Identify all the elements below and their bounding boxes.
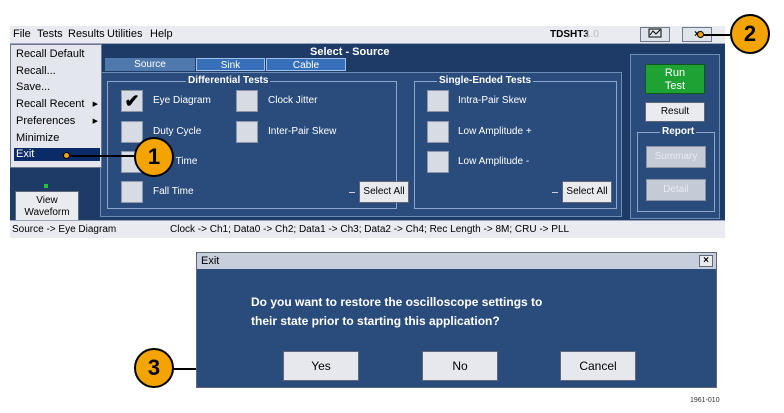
select-all-divider bbox=[349, 192, 355, 193]
main-area: Select - Source Source Sink Cable Differ… bbox=[10, 44, 725, 222]
intra-pair-skew-label: Intra-Pair Skew bbox=[458, 95, 527, 106]
submenu-arrow-icon: ▶ bbox=[92, 118, 98, 125]
low-amplitude-plus-label: Low Amplitude + bbox=[458, 126, 532, 137]
submenu-arrow-icon: ▶ bbox=[92, 101, 98, 108]
exit-question-line1: Do you want to restore the oscilloscope … bbox=[251, 295, 543, 309]
inter-pair-skew-label: Inter-Pair Skew bbox=[268, 126, 337, 137]
dialog-title: Select - Source bbox=[310, 46, 390, 58]
status-channels: Clock -> Ch1; Data0 -> Ch2; Data1 -> Ch3… bbox=[170, 224, 570, 235]
callout-2-leader bbox=[700, 34, 730, 36]
low-amplitude-plus-checkbox[interactable] bbox=[427, 121, 449, 143]
menu-item-save[interactable]: Save... bbox=[14, 81, 100, 94]
menu-item-recall-default[interactable]: Recall Default bbox=[14, 48, 100, 61]
action-panel: Run Test Result Report Summary Detail bbox=[630, 54, 720, 219]
waveform-toggle-button[interactable] bbox=[640, 27, 670, 42]
product-name: TDSHT3 bbox=[550, 29, 589, 40]
menu-item-recall-recent[interactable]: Recall Recent ▶ bbox=[14, 98, 100, 111]
status-source: Source -> Eye Diagram bbox=[12, 224, 117, 235]
run-test-button[interactable]: Run Test bbox=[645, 64, 705, 94]
app-window: File Tests Results Utilities Help TDSHT3… bbox=[10, 26, 725, 238]
low-amplitude-minus-label: Low Amplitude - bbox=[458, 156, 530, 167]
product-version: 1.0 bbox=[585, 29, 599, 40]
exit-question-line2: their state prior to starting this appli… bbox=[251, 314, 500, 328]
menu-tests[interactable]: Tests bbox=[37, 28, 63, 40]
eye-diagram-checkbox[interactable]: ✔ bbox=[121, 90, 143, 112]
status-indicator bbox=[44, 184, 48, 188]
run-test-line1: Run bbox=[664, 67, 686, 79]
recall-recent-label: Recall Recent bbox=[16, 98, 85, 110]
tests-panel: Differential Tests ✔ Eye Diagram Clock J… bbox=[100, 72, 622, 217]
differential-tests-title: Differential Tests bbox=[186, 75, 271, 86]
low-amplitude-minus-checkbox[interactable] bbox=[427, 151, 449, 173]
view-waveform-line1: View bbox=[36, 195, 58, 206]
detail-button[interactable]: Detail bbox=[646, 179, 706, 201]
summary-button[interactable]: Summary bbox=[646, 146, 706, 168]
fall-time-checkbox[interactable] bbox=[121, 181, 143, 203]
clock-jitter-checkbox[interactable] bbox=[236, 90, 258, 112]
no-button[interactable]: No bbox=[422, 351, 498, 381]
callout-1-anchor bbox=[63, 152, 70, 159]
select-all-differential-button[interactable]: Select All bbox=[359, 181, 409, 203]
callout-3: 3 bbox=[134, 348, 174, 388]
fall-time-label: Fall Time bbox=[153, 186, 194, 197]
preferences-label: Preferences bbox=[16, 115, 76, 127]
single-ended-tests-title: Single-Ended Tests bbox=[437, 75, 534, 86]
callout-1-leader bbox=[66, 155, 140, 157]
status-bar: Source -> Eye Diagram Clock -> Ch1; Data… bbox=[10, 220, 725, 238]
report-title: Report bbox=[660, 126, 697, 137]
exit-dialog-titlebar: Exit × bbox=[197, 253, 716, 269]
callout-1: 1 bbox=[134, 137, 174, 177]
select-all-divider-se bbox=[552, 192, 558, 193]
duty-cycle-checkbox[interactable] bbox=[121, 121, 143, 143]
callout-2-anchor bbox=[697, 31, 704, 38]
menu-bar: File Tests Results Utilities Help TDSHT3… bbox=[10, 26, 725, 44]
tab-source[interactable]: Source bbox=[105, 58, 195, 71]
exit-dialog: Exit × Do you want to restore the oscill… bbox=[196, 252, 717, 388]
callout-2: 2 bbox=[730, 14, 770, 54]
exit-dialog-close-button[interactable]: × bbox=[699, 255, 713, 267]
eye-diagram-label: Eye Diagram bbox=[153, 95, 211, 106]
figure-id: 1961-010 bbox=[690, 397, 720, 404]
menu-help[interactable]: Help bbox=[150, 28, 173, 40]
tab-cable[interactable]: Cable bbox=[266, 58, 346, 71]
menu-item-minimize[interactable]: Minimize bbox=[14, 132, 100, 145]
menu-results[interactable]: Results bbox=[68, 28, 105, 40]
cancel-button[interactable]: Cancel bbox=[560, 351, 636, 381]
run-test-line2: Test bbox=[664, 80, 686, 92]
inter-pair-skew-checkbox[interactable] bbox=[236, 121, 258, 143]
view-waveform-line2: Waveform bbox=[24, 207, 70, 218]
report-group: Report Summary Detail bbox=[637, 126, 715, 212]
result-button[interactable]: Result bbox=[645, 102, 705, 122]
single-ended-tests-group: Single-Ended Tests Intra-Pair Skew Low A… bbox=[414, 75, 617, 209]
file-menu-dropdown: Recall Default Recall... Save... Recall … bbox=[10, 44, 102, 168]
yes-button[interactable]: Yes bbox=[283, 351, 359, 381]
select-all-single-ended-button[interactable]: Select All bbox=[562, 181, 612, 203]
exit-dialog-title: Exit bbox=[201, 255, 220, 267]
tab-sink[interactable]: Sink bbox=[196, 58, 265, 71]
menu-utilities[interactable]: Utilities bbox=[107, 28, 142, 40]
view-waveform-button[interactable]: View Waveform bbox=[15, 191, 79, 222]
menu-item-recall[interactable]: Recall... bbox=[14, 65, 100, 78]
clock-jitter-label: Clock Jitter bbox=[268, 95, 318, 106]
duty-cycle-label: Duty Cycle bbox=[153, 126, 202, 137]
display-icon bbox=[648, 28, 662, 38]
menu-file[interactable]: File bbox=[13, 28, 31, 40]
intra-pair-skew-checkbox[interactable] bbox=[427, 90, 449, 112]
menu-item-preferences[interactable]: Preferences ▶ bbox=[14, 115, 100, 128]
